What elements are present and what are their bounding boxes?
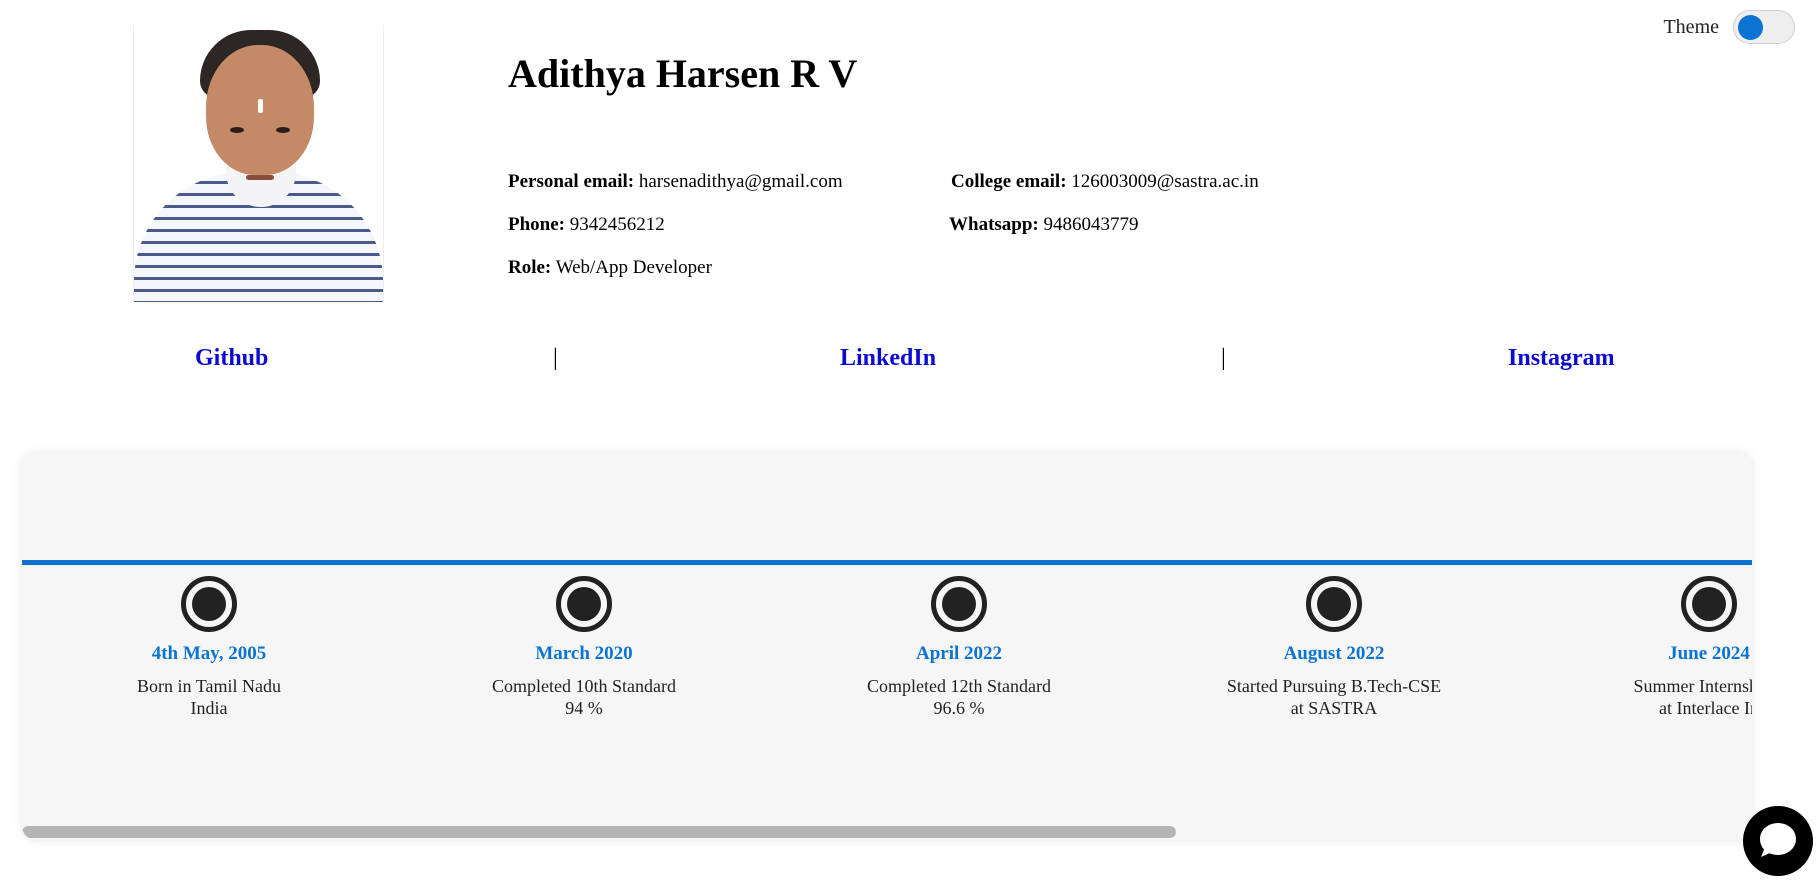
theme-toggle-knob xyxy=(1738,15,1763,40)
whatsapp-label: Whatsapp: xyxy=(949,214,1039,235)
chat-button[interactable] xyxy=(1743,806,1813,876)
photo-eye-right xyxy=(276,127,290,133)
timeline-description: Born in Tamil Nadu India xyxy=(79,675,339,719)
timeline-desc-line: 96.6 % xyxy=(933,698,985,718)
timeline-dot-icon xyxy=(1681,576,1737,632)
timeline-desc-line: at Interlace In xyxy=(1659,698,1752,718)
timeline-desc-line: India xyxy=(190,698,228,718)
college-email-row: College email: 126003009@sastra.ac.in xyxy=(951,171,1259,193)
profile-name: Adithya Harsen R V xyxy=(508,51,858,96)
timeline-date: June 2024 xyxy=(1668,643,1750,664)
timeline-event: April 2022 Completed 12th Standard 96.6 … xyxy=(829,576,1089,719)
profile-photo xyxy=(133,25,384,302)
theme-toggle[interactable] xyxy=(1733,10,1795,44)
role-label: Role: xyxy=(508,257,552,278)
timeline-dot-icon xyxy=(1306,576,1362,632)
timeline-scrollbar[interactable] xyxy=(22,826,1176,838)
timeline-desc-line: Summer Internship a xyxy=(1633,676,1753,696)
timeline-description: Summer Internship a at Interlace In xyxy=(1579,675,1753,719)
timeline-date: March 2020 xyxy=(535,643,633,664)
timeline-event: 4th May, 2005 Born in Tamil Nadu India xyxy=(79,576,339,719)
chat-bubble-icon xyxy=(1760,823,1796,857)
role-value: Web/App Developer xyxy=(555,257,712,278)
timeline-line xyxy=(22,560,1752,565)
link-separator: | xyxy=(1221,345,1226,371)
timeline-desc-line: Completed 12th Standard xyxy=(867,676,1051,696)
whatsapp-value: 9486043779 xyxy=(1043,214,1139,235)
personal-email-label: Personal email: xyxy=(508,171,635,192)
instagram-link[interactable]: Instagram xyxy=(1508,345,1615,372)
college-email-value: 126003009@sastra.ac.in xyxy=(1071,171,1259,192)
timeline-description: Completed 12th Standard 96.6 % xyxy=(829,675,1089,719)
timeline-event: March 2020 Completed 10th Standard 94 % xyxy=(454,576,714,719)
timeline-dot-icon xyxy=(556,576,612,632)
timeline-dot-icon xyxy=(181,576,237,632)
whatsapp-row: Whatsapp: 9486043779 xyxy=(949,214,1139,236)
timeline-desc-line: Completed 10th Standard xyxy=(492,676,676,696)
phone-value: 9342456212 xyxy=(569,214,665,235)
theme-label: Theme xyxy=(1663,15,1719,38)
photo-eye-left xyxy=(230,127,244,133)
college-email-label: College email: xyxy=(951,171,1067,192)
timeline-desc-line: 94 % xyxy=(565,698,603,718)
timeline-desc-line: at SASTRA xyxy=(1290,698,1378,718)
photo-mouth xyxy=(246,175,274,180)
photo-tilak xyxy=(258,99,263,113)
timeline-date: August 2022 xyxy=(1283,643,1385,664)
timeline-desc-line: Born in Tamil Nadu xyxy=(137,676,281,696)
personal-email-row: Personal email: harsenadithya@gmail.com xyxy=(508,171,843,193)
timeline-date: 4th May, 2005 xyxy=(151,643,267,664)
phone-row: Phone: 9342456212 xyxy=(508,214,665,236)
timeline-panel: 4th May, 2005 Born in Tamil Nadu India M… xyxy=(22,453,1752,840)
timeline-dot-icon xyxy=(931,576,987,632)
timeline-description: Completed 10th Standard 94 % xyxy=(454,675,714,719)
timeline-event: August 2022 Started Pursuing B.Tech-CSE … xyxy=(1204,576,1464,719)
link-separator: | xyxy=(553,345,558,371)
role-row: Role: Web/App Developer xyxy=(508,257,712,279)
timeline-description: Started Pursuing B.Tech-CSE at SASTRA xyxy=(1204,675,1464,719)
github-link[interactable]: Github xyxy=(195,345,268,372)
phone-label: Phone: xyxy=(508,214,565,235)
theme-control: Theme xyxy=(1663,10,1795,44)
timeline-event: June 2024 Summer Internship a at Interla… xyxy=(1579,576,1752,719)
timeline-desc-line: Started Pursuing B.Tech-CSE xyxy=(1226,676,1442,696)
linkedin-link[interactable]: LinkedIn xyxy=(840,345,936,372)
timeline-date: April 2022 xyxy=(915,643,1003,664)
personal-email-value: harsenadithya@gmail.com xyxy=(638,171,843,192)
